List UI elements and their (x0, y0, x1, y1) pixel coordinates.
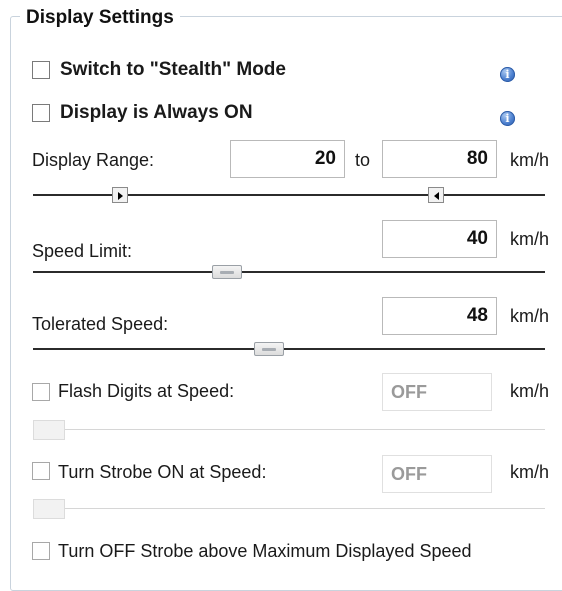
strobe-off-checkbox[interactable] (32, 542, 50, 560)
group-title: Display Settings (20, 7, 180, 29)
tolerated-speed-unit: km/h (510, 306, 550, 326)
speed-limit-label: Speed Limit: (32, 241, 133, 261)
info-icon[interactable]: i (500, 67, 515, 82)
display-range-unit: km/h (510, 150, 550, 170)
display-range-max-thumb[interactable] (428, 187, 444, 203)
tolerated-speed-slider-thumb[interactable] (254, 342, 284, 356)
tolerated-speed-label: Tolerated Speed: (32, 314, 169, 334)
flash-digits-slider-track[interactable] (33, 429, 545, 430)
speed-limit-slider-track[interactable] (33, 271, 545, 273)
speed-limit-input[interactable]: 40 (382, 220, 497, 258)
strobe-on-slider-track[interactable] (33, 508, 545, 509)
display-range-min-input[interactable]: 20 (230, 140, 345, 178)
strobe-off-label[interactable]: Turn OFF Strobe above Maximum Displayed … (58, 541, 472, 562)
strobe-on-checkbox[interactable] (32, 462, 50, 480)
flash-digits-input[interactable]: OFF (382, 373, 492, 411)
display-range-to-label: to (355, 150, 371, 170)
display-range-label: Display Range: (32, 150, 155, 170)
speed-limit-slider-thumb[interactable] (212, 265, 242, 279)
flash-digits-checkbox[interactable] (32, 383, 50, 401)
flash-digits-slider-thumb[interactable] (33, 420, 65, 440)
flash-digits-label[interactable]: Flash Digits at Speed: (58, 381, 234, 402)
tolerated-speed-input[interactable]: 48 (382, 297, 497, 335)
display-range-slider-track[interactable] (33, 194, 545, 196)
strobe-on-input[interactable]: OFF (382, 455, 492, 493)
strobe-on-unit: km/h (510, 462, 550, 482)
strobe-on-label[interactable]: Turn Strobe ON at Speed: (58, 462, 266, 483)
always-on-label[interactable]: Display is Always ON (60, 102, 253, 124)
stealth-mode-label[interactable]: Switch to "Stealth" Mode (60, 59, 286, 81)
tolerated-speed-slider-track[interactable] (33, 348, 545, 350)
speed-limit-unit: km/h (510, 229, 550, 249)
display-range-max-input[interactable]: 80 (382, 140, 497, 178)
strobe-on-slider-thumb[interactable] (33, 499, 65, 519)
info-icon[interactable]: i (500, 111, 515, 126)
flash-digits-unit: km/h (510, 381, 550, 401)
stealth-mode-checkbox[interactable] (32, 61, 50, 79)
display-range-min-thumb[interactable] (112, 187, 128, 203)
always-on-checkbox[interactable] (32, 104, 50, 122)
